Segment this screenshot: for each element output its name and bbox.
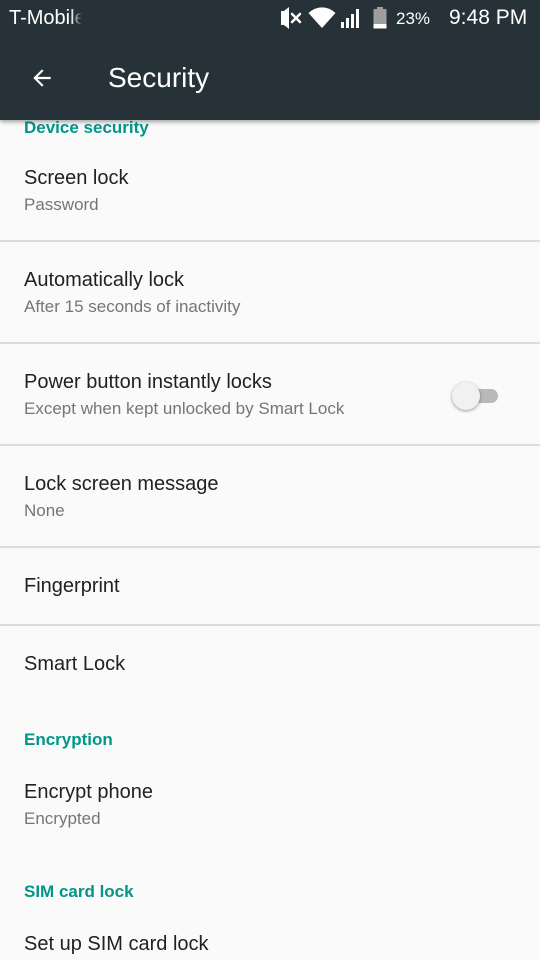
screen-lock-item[interactable]: Screen lock Password: [0, 148, 540, 240]
app-bar: Security: [0, 36, 540, 120]
power-button-lock-item[interactable]: Power button instantly locks Except when…: [0, 344, 540, 444]
encrypt-phone-title: Encrypt phone: [24, 781, 153, 803]
encrypt-phone-item[interactable]: Encrypt phone Encrypted: [0, 756, 540, 856]
page-title: Security: [108, 62, 210, 93]
power-button-lock-summary: Except when kept unlocked by Smart Lock: [24, 399, 345, 418]
auto-lock-title: Automatically lock: [24, 269, 185, 291]
power-button-lock-title: Power button instantly locks: [24, 371, 272, 393]
power-button-lock-toggle[interactable]: [452, 382, 500, 410]
status-bar: T-Mobile 23% 9:48 PM: [0, 0, 540, 36]
battery-percent: 23%: [396, 9, 431, 28]
sim-card-lock-item[interactable]: Set up SIM card lock: [0, 910, 540, 960]
fingerprint-title: Fingerprint: [24, 575, 120, 597]
lock-screen-message-title: Lock screen message: [24, 473, 219, 495]
toggle-thumb: [452, 382, 480, 410]
vibrate-off-icon: [278, 6, 302, 30]
lock-screen-message-item[interactable]: Lock screen message None: [0, 446, 540, 546]
auto-lock-summary: After 15 seconds of inactivity: [24, 297, 241, 316]
auto-lock-item[interactable]: Automatically lock After 15 seconds of i…: [0, 242, 540, 342]
fingerprint-item[interactable]: Fingerprint: [0, 548, 540, 624]
arrow-back-icon: [29, 65, 55, 91]
battery-icon: [372, 6, 388, 30]
screen-lock-summary: Password: [24, 195, 99, 214]
sim-card-lock-title: Set up SIM card lock: [24, 933, 209, 955]
clock: 9:48 PM: [449, 6, 528, 29]
smart-lock-item[interactable]: Smart Lock: [0, 626, 540, 702]
back-button[interactable]: [22, 58, 62, 98]
section-header-encryption: Encryption: [24, 730, 113, 749]
carrier-name: T-Mobile: [9, 7, 82, 29]
section-header-sim-card-lock: SIM card lock: [24, 882, 134, 901]
settings-list[interactable]: Device security Screen lock Password Aut…: [0, 120, 540, 960]
screen-lock-title: Screen lock: [24, 167, 129, 189]
wifi-icon: [308, 6, 336, 30]
encrypt-phone-summary: Encrypted: [24, 809, 101, 828]
section-header-device-security: Device security: [24, 120, 149, 137]
lock-screen-message-summary: None: [24, 501, 65, 520]
smart-lock-title: Smart Lock: [24, 653, 126, 675]
cellular-signal-icon: [340, 6, 362, 30]
